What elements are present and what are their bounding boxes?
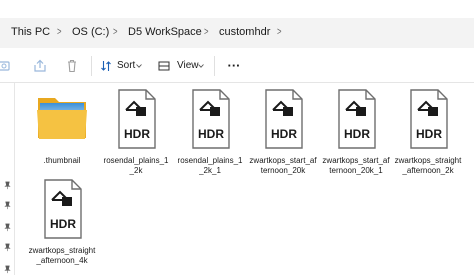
file-name: rosendal_plains_1_2k_1 (177, 156, 243, 175)
breadcrumb-chevron-icon[interactable]: > (113, 25, 118, 39)
pin-icon[interactable] (3, 265, 12, 274)
breadcrumb-d5-workspace[interactable]: D5 WorkSpace (128, 25, 202, 39)
hdr-file-icon: HDR (410, 89, 448, 149)
hdr-file-icon: HDR (265, 89, 303, 149)
hdr-file-icon: HDR (338, 89, 376, 149)
file-item-hdr[interactable]: HDR zwartkops_start_afternoon_20k (249, 88, 317, 184)
folder-icon (37, 98, 87, 139)
file-item-thumbnail-folder[interactable]: .thumbnail (28, 88, 96, 184)
file-name: .thumbnail (43, 156, 81, 165)
sort-button[interactable]: Sort (100, 56, 144, 76)
file-name: zwartkops_straight_afternoon_2k (394, 156, 462, 175)
breadcrumb-this-pc[interactable]: This PC (11, 25, 50, 39)
file-name: rosendal_plains_1_2k (103, 156, 169, 175)
hdr-badge: HDR (416, 127, 442, 141)
file-item-hdr[interactable]: HDR rosendal_plains_1_2k (102, 88, 170, 184)
file-item-hdr[interactable]: HDR zwartkops_straight_afternoon_2k (394, 88, 462, 184)
breadcrumb-chevron-icon[interactable]: > (57, 25, 62, 39)
pin-icon[interactable] (3, 181, 12, 190)
breadcrumb-customhdr[interactable]: customhdr (219, 25, 270, 39)
breadcrumb-chevron-icon[interactable]: > (204, 25, 209, 39)
file-item-hdr[interactable]: HDR zwartkops_start_afternoon_20k_1 (322, 88, 390, 184)
file-name: zwartkops_start_afternoon_20k (249, 156, 317, 175)
chevron-down-icon (136, 64, 142, 68)
rename-icon[interactable] (0, 58, 12, 74)
pin-icon[interactable] (3, 223, 12, 232)
file-name: zwartkops_straight_afternoon_4k (28, 246, 96, 265)
delete-icon[interactable] (64, 58, 80, 74)
hdr-badge: HDR (50, 217, 76, 231)
sort-arrows-icon (101, 61, 111, 71)
hdr-badge: HDR (124, 127, 150, 141)
file-item-hdr[interactable]: HDR rosendal_plains_1_2k_1 (176, 88, 244, 184)
breadcrumb-os-drive[interactable]: OS (C:) (72, 25, 109, 39)
sort-label: Sort (117, 60, 136, 71)
toolbar-divider (91, 56, 92, 76)
view-button[interactable]: View (158, 56, 206, 76)
address-bar[interactable]: This PC > OS (C:) > D5 WorkSpace > custo… (0, 18, 474, 48)
more-options-button[interactable]: ··· (224, 56, 244, 76)
share-icon[interactable] (32, 58, 48, 74)
hdr-badge: HDR (344, 127, 370, 141)
file-item-hdr[interactable]: HDR zwartkops_straight_afternoon_4k (28, 178, 96, 270)
chevron-down-icon (198, 64, 204, 68)
navigation-pane[interactable] (0, 83, 15, 275)
pin-icon[interactable] (3, 243, 12, 252)
command-bar: Sort View ··· (0, 50, 474, 83)
breadcrumb-chevron-icon[interactable]: > (277, 25, 282, 39)
hdr-badge: HDR (271, 127, 297, 141)
file-name: zwartkops_start_afternoon_20k_1 (322, 156, 390, 175)
hdr-badge: HDR (198, 127, 224, 141)
hdr-file-icon: HDR (44, 179, 82, 239)
toolbar-divider (214, 56, 215, 76)
hdr-file-icon: HDR (192, 89, 230, 149)
hdr-file-icon: HDR (118, 89, 156, 149)
pin-icon[interactable] (3, 201, 12, 210)
view-layout-icon (158, 61, 170, 71)
view-label: View (177, 60, 199, 71)
